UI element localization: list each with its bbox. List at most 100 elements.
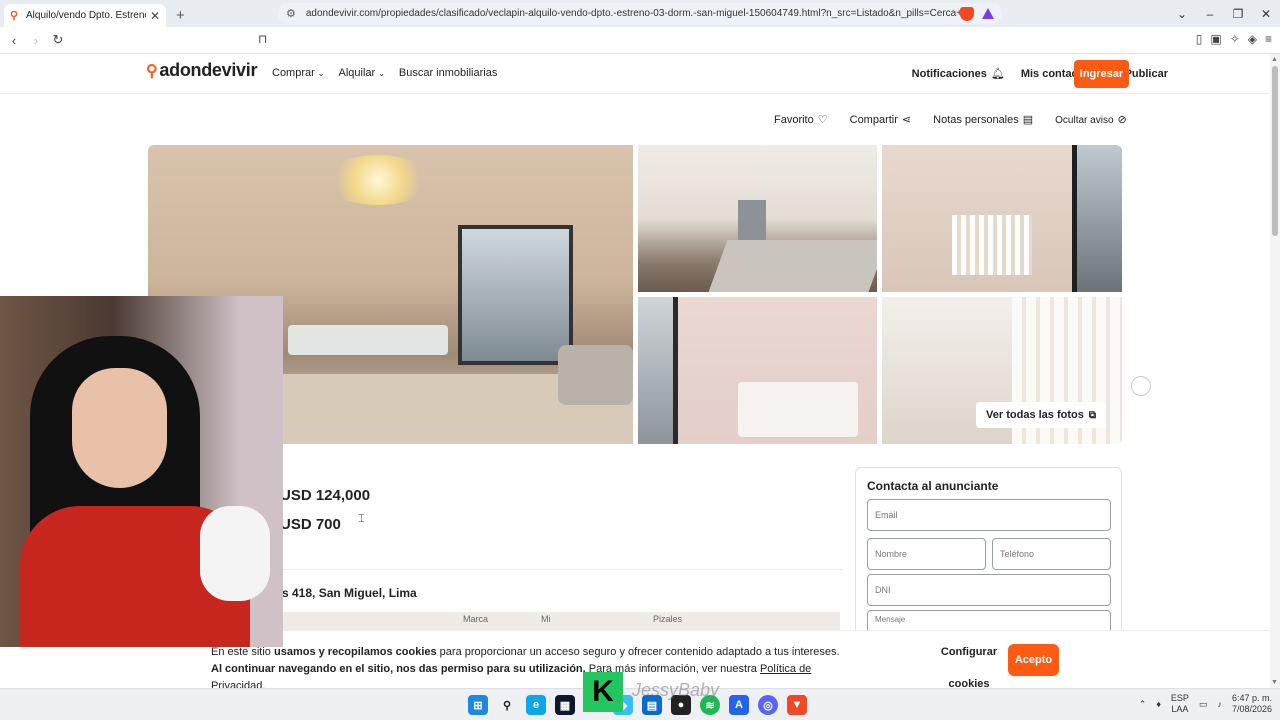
scroll-up-icon[interactable]: ▲ (1271, 56, 1278, 63)
phone-field[interactable]: Teléfono (992, 538, 1111, 570)
url-bar[interactable]: ⚙ adondevivir.com/propiedades/clasificad… (278, 3, 1002, 24)
bell-icon: 🔔︎ (990, 68, 1005, 80)
login-button[interactable]: Ingresar (1074, 60, 1129, 88)
photo-window (638, 297, 678, 444)
chevron-down-icon: ⌄ (317, 69, 325, 78)
photo-gallery: Ver todas las fotos ⧉ (148, 145, 1122, 444)
photo-window (458, 225, 573, 365)
gallery-icon: ⧉ (1088, 409, 1096, 421)
sidebar-icon[interactable]: ▯ (1196, 32, 1203, 46)
tray-chevron-icon[interactable]: ⌃ (1139, 699, 1147, 710)
volume-icon[interactable]: ♪ (1217, 699, 1222, 709)
nav-label: Comprar (272, 67, 315, 79)
minimize-icon[interactable]: – (1196, 7, 1224, 21)
close-window-icon[interactable]: ✕ (1252, 7, 1280, 21)
notes-button[interactable]: Notas personales ▤ (933, 113, 1033, 126)
name-field[interactable]: Nombre (867, 538, 986, 570)
tab-list-icon[interactable]: ⌄ (1168, 7, 1196, 21)
nav-buscar-inmobiliarias[interactable]: Buscar inmobiliarias (399, 67, 497, 79)
webcam-overlay (0, 296, 283, 647)
webcam-face (72, 368, 167, 488)
lang-bottom: LAA (1171, 704, 1189, 714)
favorite-label: Favorito (774, 114, 814, 126)
brave-icon[interactable]: ▼ (787, 695, 807, 715)
browser-right-buttons: ▯ ▣ ✧ ◈ ≡ (1196, 32, 1272, 46)
reload-icon[interactable]: ↻ (48, 32, 68, 48)
notifications-link[interactable]: Notificaciones 🔔︎ (912, 67, 1005, 80)
address-toolbar: ‹ › ↻ (0, 27, 1280, 54)
vpn-icon[interactable]: ◈ (1248, 32, 1257, 46)
leo-ai-icon[interactable]: ✧ (1230, 32, 1240, 46)
map-label: Mi (541, 614, 551, 624)
clock-date: 7/08/2026 (1231, 704, 1272, 714)
lang-top: ESP (1170, 693, 1189, 703)
brave-shield-icon[interactable] (960, 6, 974, 21)
kitchen-photo[interactable] (638, 145, 877, 292)
network-icon[interactable]: ▭ (1199, 699, 1208, 710)
mouse-cursor-icon: ⌶ (358, 513, 365, 525)
site-settings-icon[interactable]: ⚙ (286, 7, 296, 20)
wallet-icon[interactable]: ▣ (1210, 32, 1221, 46)
site-logo[interactable]: ⚲ adondevivir (146, 60, 257, 81)
email-field[interactable]: Email (867, 499, 1111, 531)
hide-label: Ocultar aviso (1055, 115, 1114, 126)
rent-price: USD 700 (280, 516, 341, 533)
eye-off-icon: ⊘ (1117, 114, 1127, 126)
back-icon[interactable]: ‹ (4, 33, 24, 48)
brave-rewards-icon[interactable] (982, 8, 994, 19)
close-tab-icon[interactable]: ✕ (150, 9, 160, 23)
nav-comprar[interactable]: Comprar ⌄ (272, 67, 325, 79)
webcam-microphone (200, 506, 270, 601)
discord-icon[interactable]: ◎ (758, 695, 778, 715)
cookie-text-part: para proporcionar un acceso seguro y ofr… (436, 646, 840, 658)
window-controls: ⌄ – ❐ ✕ (1168, 0, 1280, 27)
nav-label: Alquilar (338, 67, 376, 79)
cookie-text-bold: Al continuar navegando en el sitio, nos … (211, 663, 586, 675)
share-button[interactable]: Compartir ⋖ (850, 113, 912, 126)
view-all-photos-button[interactable]: Ver todas las fotos ⧉ (976, 402, 1106, 428)
listing-actions: Favorito ♡ Compartir ⋖ Notas personales ▤ O… (774, 113, 1127, 126)
page-scrollbar[interactable]: ▲ ▼ (1270, 54, 1280, 688)
search-icon[interactable]: ⚲ (497, 695, 517, 715)
store-icon[interactable]: ▦ (555, 695, 575, 715)
note-icon: ▤ (1022, 114, 1034, 126)
photo-crib (952, 215, 1032, 275)
property-address: s 418, San Miguel, Lima (282, 586, 417, 600)
clock-time: 6:47 p. m. (1231, 693, 1272, 703)
nav-alquilar[interactable]: Alquilar ⌄ (339, 67, 385, 79)
edge-icon[interactable]: e (526, 695, 546, 715)
header-actions: Notificaciones🔔︎ Mis contactos▭ Publicar (912, 67, 1168, 81)
cookie-text-bold: usamos y recopilamos cookies (273, 646, 437, 658)
photo-sofa (558, 345, 633, 405)
dni-field[interactable]: DNI (867, 574, 1111, 606)
vscode-icon[interactable]: A (729, 695, 749, 715)
start-icon[interactable]: ⊞ (468, 695, 488, 715)
maximize-icon[interactable]: ❐ (1224, 7, 1252, 21)
hide-listing-button[interactable]: Ocultar aviso ⊘ (1055, 113, 1127, 126)
scroll-down-icon[interactable]: ▼ (1271, 679, 1278, 686)
bathroom-photo[interactable]: Ver todas las fotos ⧉ (882, 297, 1122, 444)
forward-icon[interactable]: › (26, 33, 46, 48)
scroll-thumb[interactable] (1272, 66, 1278, 236)
language-indicator[interactable]: ESP LAA (1171, 693, 1189, 715)
contact-form: Contacta al anunciante Email Nombre Telé… (855, 467, 1122, 640)
share-label: Compartir (849, 114, 898, 126)
bookmark-icon[interactable]: ⊓ (258, 32, 267, 46)
favorite-button[interactable]: Favorito ♡ (774, 113, 828, 126)
nursery-photo[interactable] (882, 145, 1122, 292)
photo-table (288, 325, 448, 355)
view-all-label: Ver todas las fotos (986, 409, 1084, 421)
publish-link[interactable]: Publicar (1125, 68, 1168, 80)
menu-icon[interactable]: ≡ (1265, 32, 1272, 46)
browser-tab[interactable]: ⚲ Alquilo/vendo Dpto. Estreno 03 ✕ (4, 4, 166, 27)
photo-bed (738, 382, 858, 437)
share-icon: ⋖ (901, 114, 912, 126)
tab-title: Alquilo/vendo Dpto. Estreno 03 (26, 10, 146, 21)
map-label: Pizales (653, 614, 683, 624)
accept-cookies-button[interactable]: Acepto (1008, 644, 1059, 676)
clock[interactable]: 6:47 p. m. 7/08/2026 (1232, 693, 1272, 715)
mic-icon[interactable]: ♦ (1156, 699, 1161, 709)
location-map[interactable]: Marca Mi Pizales (283, 612, 840, 630)
bedroom-photo[interactable] (638, 297, 877, 444)
new-tab-icon[interactable]: + (176, 7, 185, 24)
